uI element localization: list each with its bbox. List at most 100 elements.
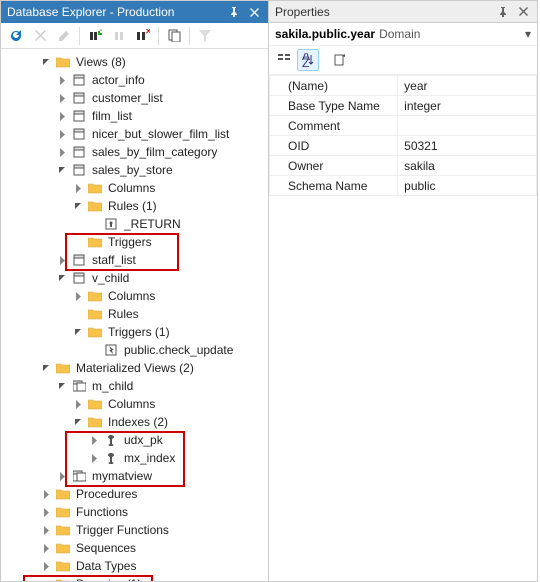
collapse-icon[interactable]: [57, 381, 68, 392]
expand-icon[interactable]: [41, 507, 52, 518]
tree-node-rule[interactable]: _RETURN: [5, 215, 268, 233]
tree-node-index[interactable]: udx_pk: [5, 431, 268, 449]
breadcrumb-path: sakila.public.year: [275, 27, 375, 41]
tree-node-folder[interactable]: Triggers (1): [5, 323, 268, 341]
categorize-button[interactable]: [273, 49, 295, 71]
expand-icon[interactable]: [89, 435, 100, 446]
expand-icon[interactable]: [73, 291, 84, 302]
disconnect-button[interactable]: ×: [132, 25, 154, 47]
tree-node-folder[interactable]: Data Types: [5, 557, 268, 575]
tree-node-matview[interactable]: m_child: [5, 377, 268, 395]
expand-icon[interactable]: [57, 75, 68, 86]
tree-node-view[interactable]: v_child: [5, 269, 268, 287]
view-icon: [71, 144, 87, 160]
tree-node-views[interactable]: Views (8): [5, 53, 268, 71]
copy-button[interactable]: [163, 25, 185, 47]
tree-node-folder[interactable]: Indexes (2): [5, 413, 268, 431]
pin-icon[interactable]: [495, 4, 511, 20]
properties-table: (Name)yearBase Type NameintegerCommentOI…: [269, 75, 537, 196]
close-icon[interactable]: [246, 4, 262, 20]
expand-icon[interactable]: [73, 183, 84, 194]
expand-icon[interactable]: [89, 453, 100, 464]
property-value[interactable]: year: [398, 76, 537, 96]
collapse-icon[interactable]: [73, 201, 84, 212]
property-row[interactable]: Schema Namepublic: [270, 176, 537, 196]
view-icon: [71, 72, 87, 88]
tree-node-view[interactable]: customer_list: [5, 89, 268, 107]
breadcrumb[interactable]: sakila.public.year Domain ▾: [269, 23, 537, 46]
expand-icon[interactable]: [57, 147, 68, 158]
tree-node-folder[interactable]: Functions: [5, 503, 268, 521]
filter-button: [194, 25, 216, 47]
breadcrumb-type: Domain: [379, 27, 420, 41]
property-row[interactable]: Ownersakila: [270, 156, 537, 176]
folder-icon: [87, 288, 103, 304]
expand-icon[interactable]: [57, 129, 68, 140]
property-value[interactable]: public: [398, 176, 537, 196]
folder-icon: [55, 540, 71, 556]
tree-node-view[interactable]: sales_by_store: [5, 161, 268, 179]
expand-icon[interactable]: [41, 543, 52, 554]
expand-icon[interactable]: [41, 525, 52, 536]
collapse-icon[interactable]: [57, 165, 68, 176]
tree-node-folder[interactable]: Domains (1): [5, 575, 268, 581]
property-value[interactable]: integer: [398, 96, 537, 116]
tree-node-matview[interactable]: mymatview: [5, 467, 268, 485]
tree[interactable]: Views (8) actor_info customer_list film_…: [1, 49, 268, 581]
collapse-icon[interactable]: [73, 417, 84, 428]
collapse-icon[interactable]: [57, 273, 68, 284]
folder-icon: [55, 558, 71, 574]
edit-button: [53, 25, 75, 47]
view-icon: [71, 270, 87, 286]
expand-icon[interactable]: [41, 561, 52, 572]
tree-node-folder[interactable]: Rules: [5, 305, 268, 323]
tree-node-matviews[interactable]: Materialized Views (2): [5, 359, 268, 377]
property-value[interactable]: [398, 116, 537, 136]
property-row[interactable]: OID50321: [270, 136, 537, 156]
tree-node-folder[interactable]: Rules (1): [5, 197, 268, 215]
collapse-icon[interactable]: [41, 57, 52, 68]
tree-node-folder[interactable]: Procedures: [5, 485, 268, 503]
collapse-icon[interactable]: [41, 579, 52, 582]
collapse-icon[interactable]: [73, 327, 84, 338]
property-value[interactable]: 50321: [398, 136, 537, 156]
tree-node-view[interactable]: nicer_but_slower_film_list: [5, 125, 268, 143]
tree-node-trigger[interactable]: public.check_update: [5, 341, 268, 359]
property-row[interactable]: (Name)year: [270, 76, 537, 96]
folder-icon: [87, 414, 103, 430]
add-connection-button[interactable]: +: [84, 25, 106, 47]
tree-node-folder[interactable]: Columns: [5, 179, 268, 197]
view-icon: [71, 252, 87, 268]
property-value[interactable]: sakila: [398, 156, 537, 176]
property-pages-button[interactable]: [329, 49, 351, 71]
expand-icon[interactable]: [41, 489, 52, 500]
pin-icon[interactable]: [226, 4, 242, 20]
expand-icon[interactable]: [57, 93, 68, 104]
property-row[interactable]: Base Type Nameinteger: [270, 96, 537, 116]
tree-node-view[interactable]: sales_by_film_category: [5, 143, 268, 161]
folder-icon: [87, 306, 103, 322]
view-icon: [71, 108, 87, 124]
property-row[interactable]: Comment: [270, 116, 537, 136]
alphabetical-button[interactable]: AZ: [297, 49, 319, 71]
tree-node-index[interactable]: mx_index: [5, 449, 268, 467]
tree-node-view[interactable]: staff_list: [5, 251, 268, 269]
tree-node-view[interactable]: actor_info: [5, 71, 268, 89]
refresh-button[interactable]: [5, 25, 27, 47]
dropdown-icon[interactable]: ▾: [525, 27, 531, 41]
index-icon: [103, 432, 119, 448]
tree-node-folder[interactable]: Sequences: [5, 539, 268, 557]
property-name: Comment: [270, 116, 398, 136]
tree-node-folder[interactable]: Triggers: [5, 233, 268, 251]
close-icon[interactable]: [515, 4, 531, 20]
expand-icon[interactable]: [57, 471, 68, 482]
expand-icon[interactable]: [57, 111, 68, 122]
collapse-icon[interactable]: [41, 363, 52, 374]
expand-icon[interactable]: [73, 399, 84, 410]
tree-node-folder[interactable]: Columns: [5, 395, 268, 413]
panel-title: Properties: [275, 5, 330, 19]
expand-icon[interactable]: [57, 255, 68, 266]
tree-node-folder[interactable]: Trigger Functions: [5, 521, 268, 539]
tree-node-folder[interactable]: Columns: [5, 287, 268, 305]
tree-node-view[interactable]: film_list: [5, 107, 268, 125]
